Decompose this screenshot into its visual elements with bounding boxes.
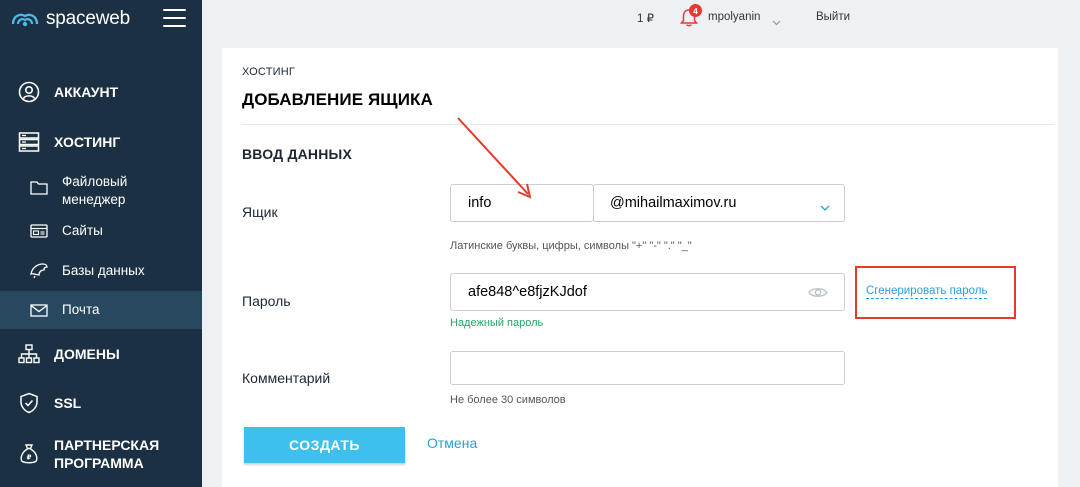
comment-label: Комментарий [242, 370, 331, 386]
username[interactable]: mpolyanin [708, 11, 760, 23]
logo-text: spaceweb [46, 8, 130, 29]
section-title: ВВОД ДАННЫХ [242, 146, 352, 162]
logout-link[interactable]: Выйти [816, 11, 850, 23]
user-icon [18, 81, 40, 103]
sidebar-item-label: Базы данных [62, 263, 145, 278]
sidebar-item-label: Почта [62, 302, 100, 317]
sidebar-item-file-manager[interactable]: Файловый менеджер [0, 173, 202, 209]
shield-icon [18, 392, 40, 414]
password-input[interactable]: afe848^e8fjzKJdof [450, 273, 845, 311]
folder-icon [29, 178, 49, 196]
sidebar-item-label: Файловый менеджер [62, 174, 128, 207]
sidebar-item-domains[interactable]: ДОМЕНЫ [0, 343, 202, 365]
notification-badge: 4 [689, 4, 702, 17]
sidebar-item-ssl[interactable]: SSL [0, 392, 202, 414]
sidebar-item-label: АККАУНТ [54, 84, 119, 100]
mailbox-label: Ящик [242, 204, 278, 220]
sidebar-item-databases[interactable]: Базы данных [0, 260, 202, 282]
sidebar-item-label: SSL [54, 395, 82, 411]
money-bag-icon: ₽ [18, 443, 40, 465]
cancel-link[interactable]: Отмена [427, 435, 477, 451]
spaceweb-logo-icon [11, 13, 39, 27]
domain-select[interactable]: @mihailmaximov.ru [593, 184, 845, 222]
menu-toggle-button[interactable] [163, 9, 186, 27]
server-icon [18, 131, 40, 153]
sidebar: spaceweb АККАУНТ ХОСТИНГ Файловый менедж… [0, 0, 202, 487]
mailbox-hint: Латинские буквы, цифры, символы "+" "-" … [450, 240, 692, 252]
password-label: Пароль [242, 293, 291, 309]
create-button[interactable]: СОЗДАТЬ [244, 427, 405, 463]
sidebar-item-sites[interactable]: Сайты [0, 220, 202, 242]
annotation-box [855, 266, 1016, 319]
annotation-arrow [457, 117, 532, 199]
sidebar-item-label: ПАРТНЕРСКАЯ ПРОГРАММА [54, 437, 160, 471]
page-title: ДОБАВЛЕНИЕ ЯЩИКА [242, 90, 433, 109]
eye-icon[interactable] [808, 286, 828, 303]
balance[interactable]: 1 ₽ [637, 11, 654, 25]
sidebar-item-mail[interactable]: Почта [0, 291, 202, 329]
sidebar-item-label: ХОСТИНГ [54, 134, 121, 150]
site-icon [29, 222, 49, 240]
sidebar-item-hosting[interactable]: ХОСТИНГ [0, 131, 202, 153]
breadcrumb[interactable]: ХОСТИНГ [242, 66, 295, 78]
sidebar-item-label: ДОМЕНЫ [54, 346, 120, 362]
database-icon [29, 261, 49, 279]
chevron-down-icon[interactable] [772, 13, 781, 31]
password-input-value: afe848^e8fjzKJdof [468, 284, 587, 300]
password-strength: Надежный пароль [450, 317, 544, 329]
logo[interactable]: spaceweb [10, 6, 130, 32]
comment-input[interactable] [450, 351, 845, 385]
divider [242, 124, 1054, 125]
mail-icon [29, 301, 49, 319]
sidebar-item-label: Сайты [62, 223, 103, 238]
chevron-down-icon [820, 200, 830, 216]
comment-hint: Не более 30 символов [450, 394, 566, 406]
sidebar-item-partner-program[interactable]: ₽ ПАРТНЕРСКАЯ ПРОГРАММА [0, 436, 202, 472]
domain-select-value: @mihailmaximov.ru [610, 195, 737, 211]
sitemap-icon [18, 343, 40, 365]
svg-text:₽: ₽ [27, 454, 32, 462]
sidebar-item-account[interactable]: АККАУНТ [0, 81, 202, 103]
